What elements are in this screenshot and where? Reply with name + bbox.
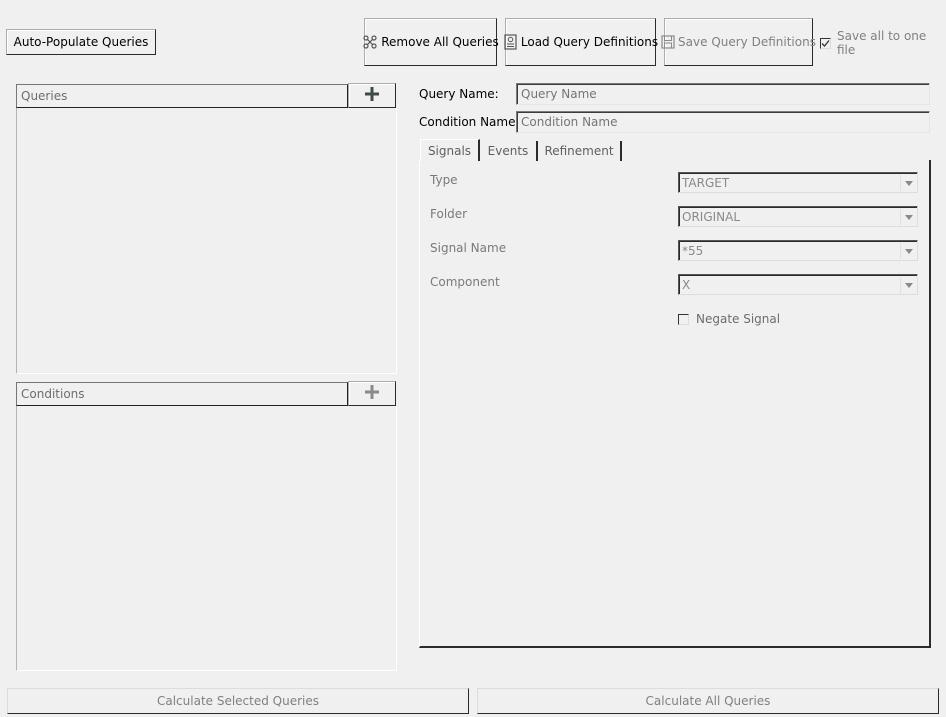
folder-select[interactable]: ORIGINAL [678,206,918,227]
chevron-down-icon [900,277,916,293]
save-query-definitions-button[interactable]: Save Query Definitions [661,18,816,66]
save-query-definitions-label: Save Query Definitions [678,35,816,49]
component-label: Component [430,275,500,289]
floppy-disk-icon [661,35,675,49]
remove-all-queries-button[interactable]: Remove All Queries [362,18,499,66]
query-name-label: Query Name: [419,87,499,101]
tab-events-label: Events [487,144,529,158]
conditions-list[interactable] [16,406,397,671]
calculate-all-queries-label: Calculate All Queries [645,694,771,708]
calculate-selected-queries-label: Calculate Selected Queries [156,694,320,708]
signals-tab-panel [419,160,931,648]
plus-icon [365,385,379,402]
queries-list[interactable] [16,108,397,374]
conditions-header: Conditions [16,382,348,406]
chevron-down-icon [900,209,916,225]
save-all-one-file-checkbox[interactable]: Save all to one file [820,29,946,57]
auto-populate-button[interactable]: Auto-Populate Queries [6,29,156,55]
negate-signal-label: Negate Signal [696,312,781,326]
remove-all-queries-label: Remove All Queries [381,35,499,49]
load-query-definitions-button[interactable]: Load Query Definitions [503,18,659,66]
component-value: X [682,277,691,292]
calculate-all-queries-button[interactable]: Calculate All Queries [477,688,939,714]
chevron-down-icon [900,175,916,191]
plus-icon [365,87,379,104]
folder-label: Folder [430,207,468,221]
component-select[interactable]: X [678,274,918,295]
tab-events[interactable]: Events [480,141,538,161]
query-name-input[interactable] [516,83,930,105]
signal-name-value: *55 [682,243,704,258]
condition-name-label: Condition Name: [419,115,520,129]
chevron-down-icon [900,243,916,259]
load-query-definitions-label: Load Query Definitions [520,35,659,49]
calculate-selected-queries-button[interactable]: Calculate Selected Queries [7,688,469,714]
add-query-button[interactable] [348,83,396,108]
conditions-header-label: Conditions [21,387,85,401]
queries-header-label: Queries [21,89,68,103]
load-document-icon [503,34,518,50]
folder-value: ORIGINAL [682,209,741,224]
tab-refinement-label: Refinement [544,144,614,158]
signal-name-select[interactable]: *55 [678,240,918,261]
checkbox-box [678,313,689,325]
checkmark-icon [820,37,831,49]
condition-name-input[interactable] [516,111,930,133]
signal-name-label: Signal Name [430,241,507,255]
type-label: Type [430,173,458,187]
save-all-one-file-label: Save all to one file [837,29,927,57]
tab-signals[interactable]: Signals [420,139,480,161]
queries-header: Queries [16,84,348,108]
tab-bar: Signals Events Refinement [420,139,930,161]
tab-signals-label: Signals [427,143,472,158]
tab-refinement[interactable]: Refinement [538,141,622,161]
remove-nodes-icon [362,34,378,50]
add-condition-button[interactable] [348,381,396,406]
type-select[interactable]: TARGET [678,172,918,193]
type-value: TARGET [682,175,730,190]
negate-signal-checkbox[interactable]: Negate Signal [678,311,780,327]
auto-populate-label: Auto-Populate Queries [13,35,149,49]
